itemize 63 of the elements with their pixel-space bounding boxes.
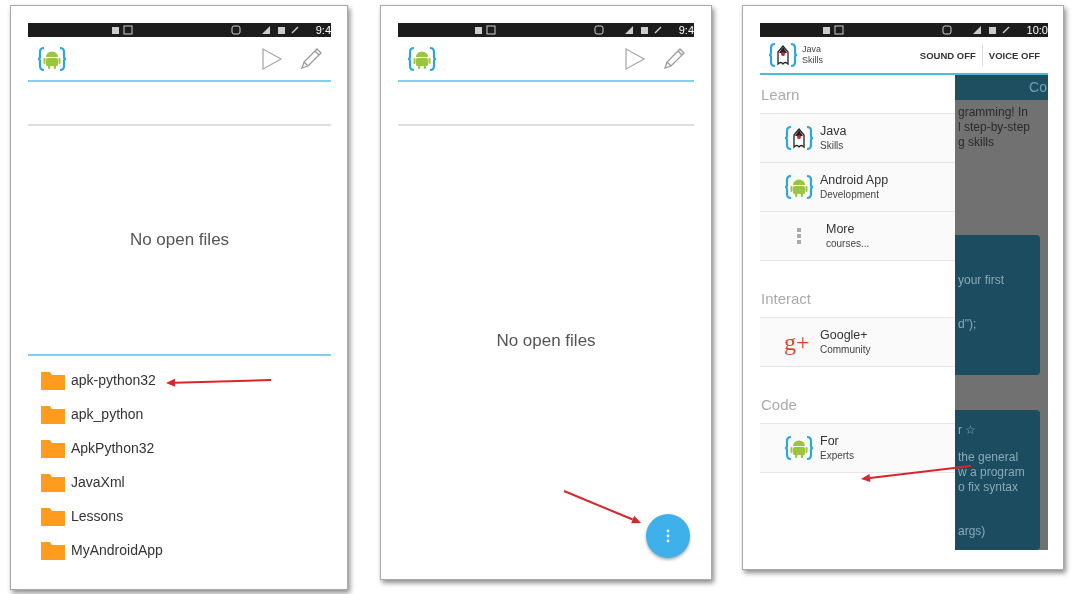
- folder-icon: [41, 438, 65, 458]
- drawer-item[interactable]: For Experts: [760, 423, 955, 473]
- status-time: 9:4: [315, 23, 331, 37]
- app-logo-icon: [768, 42, 798, 68]
- drawer-item[interactable]: Java Skills: [760, 113, 955, 162]
- app-title: Java: [802, 44, 822, 55]
- folder-name[interactable]: MyAndroidApp: [71, 542, 163, 558]
- item-title: Android App: [820, 173, 889, 188]
- folder-name[interactable]: Lessons: [71, 508, 124, 524]
- android-icon: [784, 174, 814, 200]
- empty-message: No open files: [496, 330, 596, 351]
- item-subtitle: Community: [820, 343, 871, 356]
- text-fragment: g skills: [958, 135, 995, 150]
- item-subtitle: Development: [820, 188, 880, 201]
- play-icon[interactable]: [261, 46, 283, 71]
- more-button[interactable]: [646, 514, 690, 558]
- header-fragment: Co: [1029, 79, 1047, 95]
- folder-icon: [41, 370, 65, 390]
- item-title: Java: [820, 124, 847, 139]
- toggle-action[interactable]: SOUND OFF: [913, 49, 982, 61]
- more-icon: [666, 529, 670, 543]
- folder-name[interactable]: apk_python: [71, 406, 144, 422]
- item-subtitle: Experts: [820, 449, 854, 462]
- android-icon: [784, 435, 814, 461]
- empty-message: No open files: [129, 230, 230, 250]
- folder-name[interactable]: apk-python32: [71, 372, 156, 388]
- folder-icon: [41, 404, 65, 424]
- item-subtitle: Skills: [820, 139, 845, 152]
- folder-icon: [41, 472, 65, 492]
- text-fragment: w a program: [958, 465, 1026, 480]
- item-title: Google+: [820, 328, 869, 343]
- text-fragment: the general: [958, 450, 1020, 465]
- item-title: More: [826, 222, 856, 237]
- app-logo-icon: [407, 45, 437, 72]
- text-fragment: your first: [958, 273, 1005, 288]
- text-fragment: args): [958, 524, 987, 539]
- folder-name[interactable]: JavaXml: [71, 474, 125, 490]
- toggle-action[interactable]: VOICE OFF: [982, 49, 1046, 61]
- drawer-item[interactable]: More courses...: [760, 211, 955, 261]
- text-fragment: d");: [958, 317, 978, 332]
- item-title: For: [820, 434, 840, 449]
- pencil-icon[interactable]: [299, 46, 323, 71]
- text-fragment: l step-by-step: [958, 120, 1032, 135]
- app-logo-icon: [37, 45, 67, 72]
- text-fragment: r ☆: [958, 423, 978, 438]
- g-plus-icon: g+: [784, 330, 814, 354]
- text-fragment: gramming! In: [958, 105, 1030, 120]
- item-subtitle: courses...: [826, 237, 870, 250]
- mascot-icon: [784, 125, 814, 151]
- app-subtitle: Skills: [802, 55, 823, 66]
- section-title: Learn: [760, 85, 801, 105]
- section-title: Code: [760, 395, 798, 415]
- section-title: Interact: [760, 289, 813, 309]
- status-time: 9:4: [678, 23, 694, 37]
- folder-icon: [41, 540, 65, 560]
- play-icon[interactable]: [624, 46, 646, 71]
- drawer-item[interactable]: Android App Development: [760, 162, 955, 211]
- folder-icon: [41, 506, 65, 526]
- more-icon: [797, 228, 801, 244]
- pencil-icon[interactable]: [662, 46, 686, 71]
- text-fragment: o fix syntax: [958, 480, 1020, 495]
- folder-name[interactable]: ApkPython32: [71, 440, 155, 456]
- status-time: 10:0: [1026, 23, 1048, 37]
